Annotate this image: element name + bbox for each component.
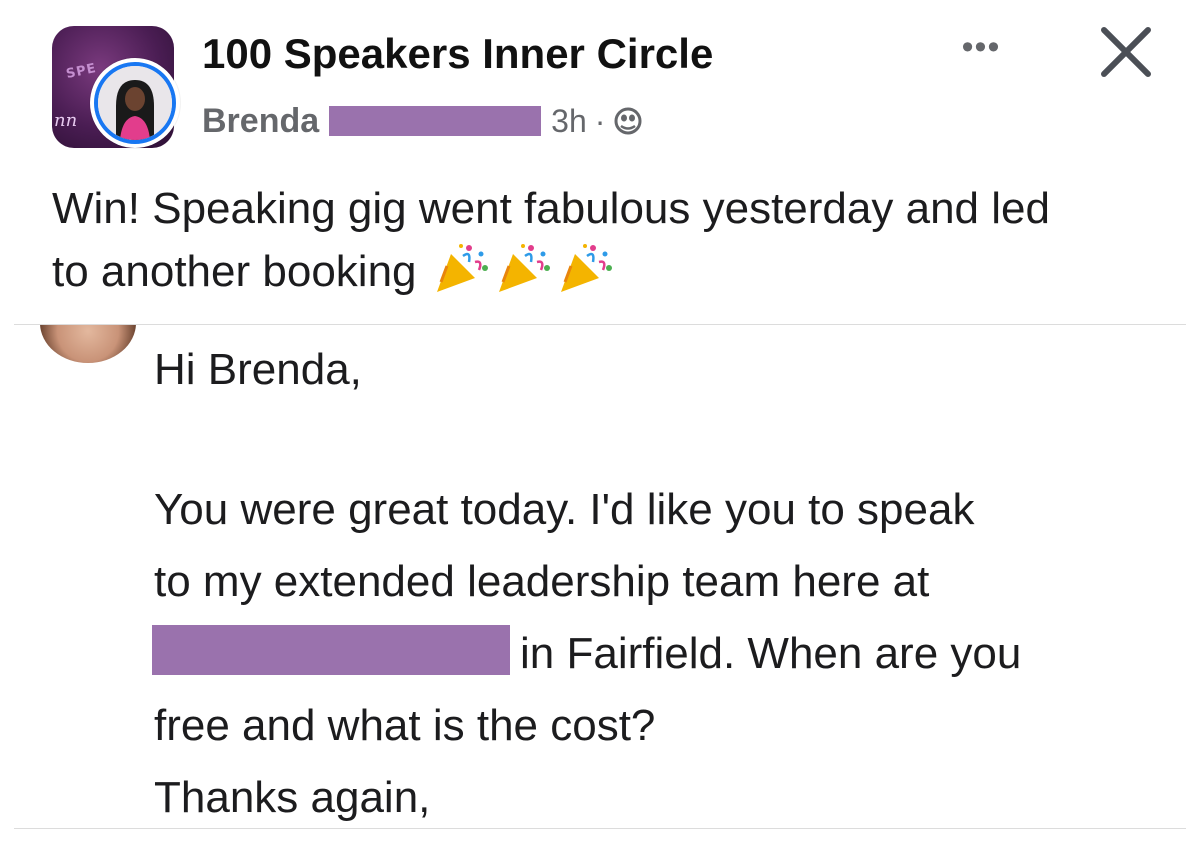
post-text-line-1: Win! Speaking gig went fabulous yesterda… <box>52 184 1050 233</box>
group-avatar-logo-text: SPE <box>64 60 99 83</box>
email-line-2: to my extended leadership team here at <box>154 557 930 606</box>
email-greeting: Hi Brenda, <box>154 345 362 394</box>
sender-avatar <box>40 325 136 363</box>
group-name-link[interactable]: 100 Speakers Inner Circle <box>202 30 713 78</box>
meta-separator: · <box>594 102 606 139</box>
party-popper-icon <box>433 240 491 294</box>
email-line-5: Thanks again, <box>154 773 431 822</box>
post-image-bottom-border <box>14 828 1186 829</box>
post-header: SPE nn 100 Speakers Inner Circle Brenda … <box>0 0 1200 170</box>
email-line-4: free and what is the cost? <box>154 701 656 750</box>
email-line-3: in Fairfield. When are you <box>520 629 1022 678</box>
globe-icon <box>613 106 643 136</box>
redacted-author-surname <box>329 106 542 136</box>
author-avatar-photo <box>94 62 176 144</box>
close-icon <box>1101 27 1151 77</box>
post-timestamp[interactable]: 3h <box>551 103 587 140</box>
party-popper-icon <box>495 240 553 294</box>
post-meta: Brenda 3h · <box>202 98 643 144</box>
more-options-button[interactable]: ••• <box>946 22 1016 72</box>
author-avatar[interactable] <box>90 58 180 148</box>
group-avatar-script: nn <box>54 110 78 131</box>
redacted-company-name <box>152 625 510 675</box>
post-text-line-2-words: to another booking <box>52 247 417 296</box>
party-popper-icon <box>557 240 615 294</box>
post-image-email-screenshot[interactable]: Hi Brenda, You were great today. I'd lik… <box>0 325 1200 828</box>
author-name-link[interactable]: Brenda <box>202 102 319 141</box>
post-text-line-2: to another booking <box>52 240 1172 303</box>
close-button[interactable] <box>1096 22 1156 82</box>
email-line-1: You were great today. I'd like you to sp… <box>154 485 975 534</box>
post-body-text: Win! Speaking gig went fabulous yesterda… <box>52 178 1172 303</box>
